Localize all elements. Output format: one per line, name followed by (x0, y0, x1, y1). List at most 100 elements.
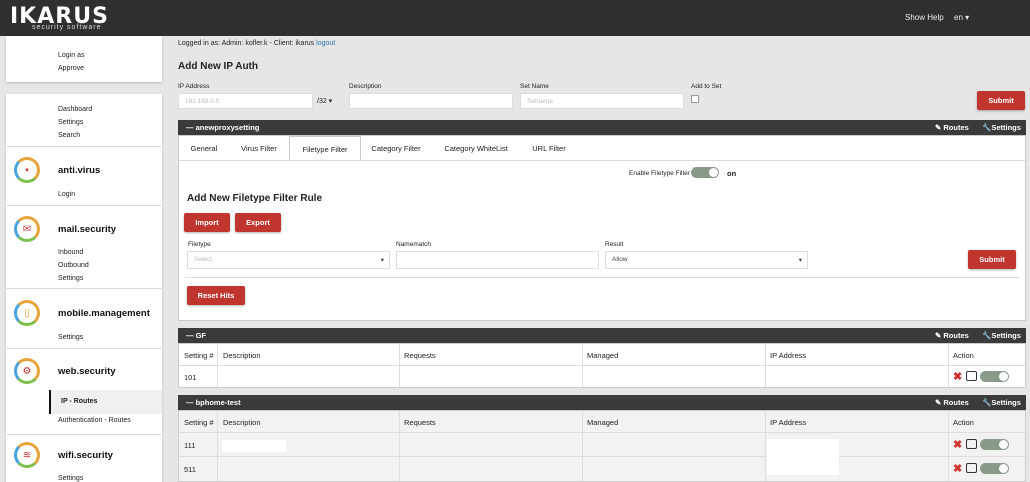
wifi-security-icon: ≋ (14, 442, 40, 468)
tab-category-whitelist[interactable]: Category WhiteList (441, 136, 511, 160)
sidebar-card-account: Login as Approve (6, 36, 162, 82)
product-mail-security[interactable]: mail.security (58, 224, 116, 235)
routes-label: Routes (943, 398, 969, 407)
bp-panel-title: bphome-test (195, 398, 241, 407)
sidebar-item-av-login[interactable]: Login (58, 191, 75, 198)
th-description: Description (223, 418, 261, 427)
collapse-icon[interactable]: — (186, 398, 196, 407)
sidebar-item-dashboard[interactable]: Dashboard (58, 106, 92, 113)
filetype-placeholder: Select (194, 256, 213, 263)
th-action: Action (953, 351, 974, 360)
product-web-security[interactable]: web.security (58, 366, 116, 377)
wrench-icon: 🔧 (982, 331, 992, 340)
row-toggle[interactable] (980, 463, 1009, 474)
delete-icon[interactable]: ✖ (953, 462, 962, 475)
add-to-set-checkbox[interactable] (691, 95, 699, 103)
redacted-ip-address (767, 439, 839, 475)
collapse-icon[interactable]: — (186, 123, 196, 132)
top-bar: IKARUS security software Show Help en ▾ (0, 0, 1030, 36)
settings-label: Settings (991, 398, 1021, 407)
routes-link[interactable]: ✎ Routes (935, 123, 969, 132)
th-managed: Managed (587, 418, 619, 427)
toggle-state: on (727, 169, 737, 178)
set-name-input[interactable]: Setname (520, 93, 684, 109)
table-row-setting: 111 (184, 441, 196, 450)
sidebar-item-mobile-settings[interactable]: Settings (58, 334, 83, 341)
sidebar-item-approve[interactable]: Approve (58, 65, 84, 72)
th-action: Action (953, 418, 974, 427)
edit-icon[interactable] (966, 463, 977, 473)
add-ip-submit-button[interactable]: Submit (977, 91, 1025, 110)
edit-icon: ✎ (935, 398, 942, 407)
wrench-icon: 🔧 (982, 398, 992, 407)
tab-virus-filter[interactable]: Virus Filter (235, 136, 283, 160)
sidebar-item-ip-routes[interactable]: IP - Routes (61, 398, 97, 405)
table-row-setting: 101 (184, 373, 197, 382)
tab-category-filter[interactable]: Category Filter (367, 136, 425, 160)
th-description: Description (223, 351, 261, 360)
tab-general[interactable]: General (185, 136, 223, 160)
chevron-down-icon: ▾ (798, 257, 802, 264)
description-input[interactable] (349, 93, 513, 109)
namematch-input[interactable] (396, 251, 599, 269)
product-wifi-security[interactable]: wifi.security (58, 450, 113, 461)
import-button[interactable]: Import (184, 213, 230, 232)
row-toggle[interactable] (980, 439, 1009, 450)
bp-table: Setting # Description Requests Managed I… (178, 410, 1026, 482)
login-info-text: Logged in as: Admin: kofler.k - Client: … (178, 40, 315, 47)
filetype-rule-title: Add New Filetype Filter Rule (187, 193, 323, 204)
sidebar-item-wifi-settings[interactable]: Settings (58, 475, 83, 482)
result-label: Result (605, 241, 624, 248)
edit-icon[interactable] (966, 371, 977, 381)
th-setting: Setting # (184, 351, 214, 360)
wrench-icon: 🔧 (982, 123, 992, 132)
th-ip-address: IP Address (770, 351, 807, 360)
gf-panel-title: GF (195, 331, 207, 340)
edit-icon[interactable] (966, 439, 977, 449)
row-toggle[interactable] (980, 371, 1009, 382)
sidebar-item-auth-routes[interactable]: Authentication - Routes (58, 417, 131, 424)
logo-subtitle: security software (32, 24, 102, 31)
collapse-icon[interactable]: — (186, 331, 196, 340)
tab-url-filter[interactable]: URL Filter (529, 136, 569, 160)
routes-link[interactable]: ✎ Routes (935, 398, 969, 407)
anti-virus-icon: ▪ (14, 157, 40, 183)
redacted-description (222, 440, 286, 452)
product-mobile-management[interactable]: mobile.management (58, 308, 150, 319)
sidebar-item-search[interactable]: Search (58, 132, 80, 139)
sidebar-item-outbound[interactable]: Outbound (58, 262, 89, 269)
chevron-down-icon: ▾ (380, 257, 384, 264)
sidebar-item-mail-settings[interactable]: Settings (58, 275, 83, 282)
mail-security-icon: ✉ (14, 216, 40, 242)
result-select[interactable]: Allow ▾ (605, 251, 808, 269)
th-ip-address: IP Address (770, 418, 807, 427)
result-value: Allow (612, 256, 628, 263)
add-to-set-label: Add to Set (691, 83, 722, 90)
logout-link[interactable]: logout (316, 40, 335, 47)
settings-link[interactable]: 🔧Settings (982, 123, 1021, 132)
enable-filetype-label: Enable Filetype Filter (629, 170, 691, 177)
filetype-label: Filetype (188, 241, 211, 248)
settings-label: Settings (991, 123, 1021, 132)
delete-icon[interactable]: ✖ (953, 438, 962, 451)
netmask-select[interactable]: /32 ▾ (317, 97, 332, 105)
settings-link[interactable]: 🔧Settings (982, 398, 1021, 407)
mobile-management-icon: ▯ (14, 300, 40, 326)
tab-filetype-filter[interactable]: Filetype Filter (289, 136, 361, 160)
filetype-submit-button[interactable]: Submit (968, 250, 1016, 269)
delete-icon[interactable]: ✖ (953, 370, 962, 383)
routes-link[interactable]: ✎ Routes (935, 331, 969, 340)
language-select[interactable]: en ▾ (954, 13, 969, 22)
filetype-select[interactable]: Select ▾ (187, 251, 390, 269)
ip-address-input[interactable]: 192.168.0.0 (178, 93, 313, 109)
product-anti-virus[interactable]: anti.virus (58, 165, 100, 176)
reset-hits-button[interactable]: Reset Hits (187, 286, 245, 305)
export-button[interactable]: Export (235, 213, 281, 232)
namematch-label: Namematch (396, 241, 432, 248)
sidebar-item-login-as[interactable]: Login as (58, 52, 84, 59)
sidebar-item-inbound[interactable]: Inbound (58, 249, 83, 256)
show-help-link[interactable]: Show Help (905, 13, 944, 22)
sidebar-item-settings[interactable]: Settings (58, 119, 83, 126)
enable-filetype-toggle[interactable] (691, 167, 719, 178)
settings-link[interactable]: 🔧Settings (982, 331, 1021, 340)
